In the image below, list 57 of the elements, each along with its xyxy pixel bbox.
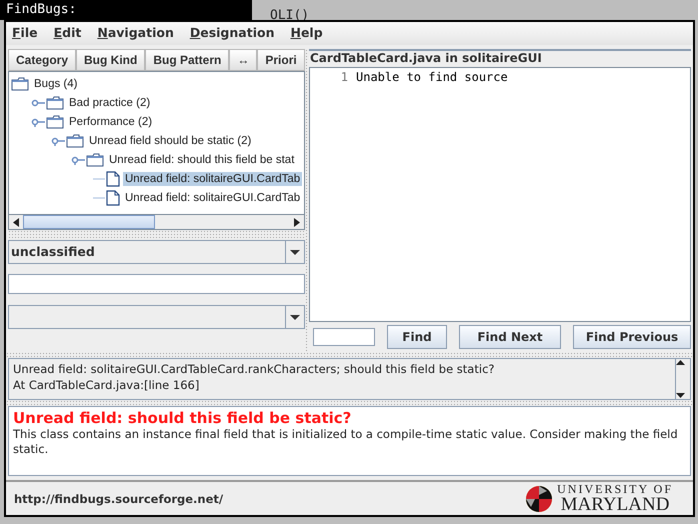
- annotation-field[interactable]: [8, 274, 305, 294]
- menu-item[interactable]: Designation: [190, 25, 274, 42]
- menu-item[interactable]: Edit: [54, 25, 82, 42]
- dropdown-arrow-icon: [288, 314, 301, 320]
- tree-handle-icon[interactable]: [31, 98, 45, 108]
- dropdown[interactable]: [8, 305, 305, 329]
- tree-item[interactable]: Unread field: should this field be stat: [107, 152, 296, 166]
- sort-button[interactable]: ↔: [229, 49, 258, 71]
- scroll-thumb[interactable]: [23, 215, 155, 229]
- logo-subtitle: UNIVERSITY OF: [557, 483, 673, 495]
- find-button[interactable]: Find Previous: [573, 325, 691, 349]
- splitter-handle[interactable]: [6, 352, 693, 358]
- folder-icon: [46, 114, 64, 128]
- sort-button[interactable]: Category: [8, 49, 76, 71]
- find-button[interactable]: Find Next: [459, 325, 561, 349]
- tree-handle-icon[interactable]: [51, 136, 65, 146]
- bug-description: This class contains an instance final field that is initialized to a compile-time static value. Consider making the field static.: [13, 427, 679, 457]
- menu-item[interactable]: File: [12, 25, 38, 42]
- file-icon: [106, 190, 120, 206]
- tree-handle-icon[interactable]: [71, 154, 85, 164]
- scroll-right-icon[interactable]: [292, 218, 301, 226]
- flag-shield-icon: [525, 484, 554, 512]
- summary-line: Unread field: solitaireGUI.CardTableCard.rankCharacters; should this field be static?: [13, 361, 496, 377]
- tree-item[interactable]: Bad practice (2): [67, 96, 152, 110]
- folder-icon: [86, 152, 104, 166]
- designation-dropdown[interactable]: unclassified: [8, 240, 305, 264]
- summary-line: At CardTableCard.java:[line 166]: [13, 377, 200, 393]
- menu-item[interactable]: Navigation: [97, 25, 174, 42]
- splitter-handle[interactable]: [304, 49, 309, 352]
- tree-handle-icon[interactable]: [31, 116, 45, 126]
- sort-button[interactable]: Bug Pattern: [145, 49, 230, 71]
- file-icon: [106, 170, 120, 186]
- sort-button[interactable]: Bug Kind: [76, 49, 146, 71]
- sort-button[interactable]: Priori: [257, 49, 305, 71]
- bug-title: Unread field: should this field be static?: [13, 409, 352, 427]
- scroll-left-icon[interactable]: [12, 218, 20, 226]
- find-field[interactable]: [313, 328, 375, 346]
- tree-item[interactable]: Bugs (4): [32, 76, 80, 90]
- dropdown-arrow-icon: [288, 248, 301, 256]
- splitter-handle[interactable]: [6, 400, 693, 406]
- tree-item[interactable]: Unread field: solitaireGUI.CardTab: [123, 172, 302, 186]
- tree-item[interactable]: Performance (2): [67, 114, 154, 128]
- terminal-title: FindBugs:: [6, 2, 76, 17]
- source-line: Unable to find source: [356, 70, 508, 84]
- folder-icon: [66, 134, 84, 148]
- folder-icon: [46, 96, 64, 110]
- folder-icon: [11, 76, 29, 90]
- menu-item[interactable]: Help: [290, 25, 323, 42]
- background-text: OLI(): [270, 8, 310, 23]
- find-button[interactable]: Find: [387, 325, 447, 349]
- splitter-handle[interactable]: [8, 230, 305, 238]
- logo-title: MARYLAND: [560, 495, 670, 514]
- line-number: 1: [340, 70, 348, 84]
- tree-item[interactable]: Unread field should be static (2): [87, 134, 254, 148]
- horizontal-scrollbar[interactable]: [8, 215, 305, 230]
- tree-item[interactable]: Unread field: solitaireGUI.CardTab: [123, 190, 302, 204]
- website-link[interactable]: http://findbugs.sourceforge.net/: [14, 492, 224, 506]
